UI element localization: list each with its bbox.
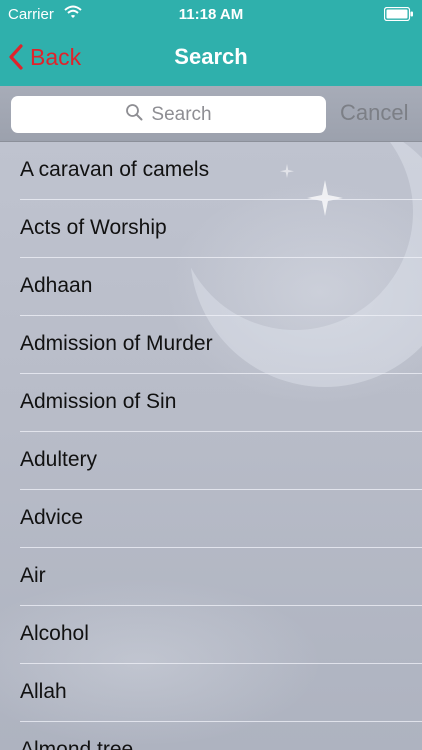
- search-placeholder: Search: [151, 103, 212, 125]
- list-item[interactable]: A caravan of camels: [0, 142, 422, 200]
- topic-list: A caravan of camels Acts of Worship Adhaan…: [0, 142, 422, 750]
- header: Carrier 11:18 AM Back Search: [0, 0, 422, 86]
- list-item[interactable]: Allah: [0, 664, 422, 722]
- list-item[interactable]: Alcohol: [0, 606, 422, 664]
- list-item-label: Acts of Worship: [20, 216, 167, 239]
- navigation-bar: Back Search: [0, 30, 422, 86]
- list-item[interactable]: Advice: [0, 490, 422, 548]
- status-time: 11:18 AM: [178, 6, 244, 23]
- page-title: Search: [174, 44, 248, 69]
- list-item-label: Alcohol: [20, 622, 89, 645]
- list-item[interactable]: Admission of Murder: [0, 316, 422, 374]
- list-item[interactable]: Almond tree: [0, 722, 422, 750]
- list-item-label: A caravan of camels: [20, 158, 210, 181]
- list-item-label: Admission of Sin: [20, 390, 177, 413]
- list-item[interactable]: Adultery: [0, 432, 422, 490]
- list-item-label: Almond tree: [20, 738, 134, 750]
- battery-icon: [383, 6, 414, 25]
- list-item-label: Air: [20, 564, 46, 587]
- list-item[interactable]: Adhaan: [0, 258, 422, 316]
- search-input[interactable]: Search: [11, 96, 326, 133]
- status-bar: Carrier 11:18 AM: [0, 0, 422, 30]
- list-item[interactable]: Admission of Sin: [0, 374, 422, 432]
- list-item-label: Admission of Murder: [20, 332, 213, 355]
- list-item-label: Adultery: [20, 448, 98, 471]
- list-item[interactable]: Acts of Worship: [0, 200, 422, 258]
- search-icon: [125, 103, 143, 127]
- cancel-button[interactable]: Cancel: [340, 100, 408, 126]
- list-item-label: Advice: [20, 506, 84, 529]
- list-item-label: Allah: [20, 680, 67, 703]
- search-bar: Search Cancel: [0, 86, 422, 142]
- list-item-label: Adhaan: [20, 274, 93, 297]
- list-item[interactable]: Air: [0, 548, 422, 606]
